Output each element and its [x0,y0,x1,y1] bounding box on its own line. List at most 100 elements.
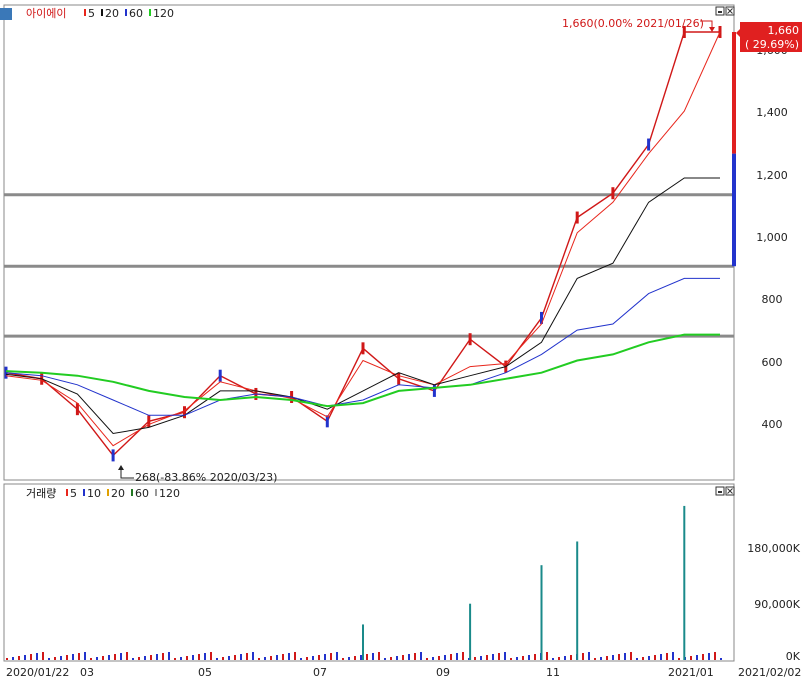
volume-bar-96 [582,653,584,660]
vol-tick-90000: 90,000K [754,598,800,611]
volume-bar-53 [324,654,326,660]
volume-bar-44 [270,656,272,660]
volume-bar-49 [300,658,302,660]
volume-bar-35 [216,658,218,660]
volume-bar-31 [192,655,194,660]
volume-bar-14 [90,658,92,660]
volume-bar-47 [288,653,290,660]
x-label-2021-01: 2021/01 [668,666,714,678]
volume-bar-18 [114,654,116,660]
volume-bar-16 [102,656,104,660]
volume-bar-9 [60,656,62,660]
volume-bar-48 [294,652,296,660]
high-annotation: 1,660(0.00% 2021/01/26) [562,17,715,32]
volume-bar-33 [204,653,206,660]
volume-bar-4 [30,654,32,660]
volume-bar-29 [180,657,182,660]
volume-bar-70 [426,658,428,660]
volume-bar-81 [492,654,494,660]
volume-bar-59 [360,655,362,660]
volume-bar-106 [642,657,644,660]
volume-ma-mark-120 [155,489,157,496]
volume-plot-frame [3,483,735,662]
volume-bar-102 [618,654,620,660]
y-tick-1200: 1,200 [756,169,788,182]
volume-bar-57 [348,657,350,660]
volume-bar-39 [240,654,242,660]
volume-bar-50 [306,657,308,660]
volume-ma-mark-20 [107,489,109,496]
price-candle-17 [611,187,615,200]
volume-bar-22 [138,657,140,660]
price-candle-6 [218,369,222,382]
price-candle-16 [575,211,579,224]
volume-bar-19 [120,653,122,660]
volume-bar-97 [588,652,590,660]
volume-bar-10 [66,655,68,660]
price-candle-18 [647,138,651,151]
volume-bar-99 [600,657,602,660]
close-icon[interactable] [725,6,735,16]
right-edge-blue-bar [732,153,736,267]
volume-bar-6 [42,652,44,660]
volume-bar-1 [12,657,14,660]
volume-bar-42 [258,658,260,660]
volume-bar-30 [186,656,188,660]
side-tab-icon[interactable] [0,8,12,20]
volume-ma-mark-10 [83,489,85,496]
x-label-end: 2021/02/02 [738,666,801,678]
volume-bar-25 [156,654,158,660]
volume-bar-15 [96,657,98,660]
volume-spike-1 [469,603,472,660]
volume-bar-93 [564,656,566,660]
volume-bar-119 [720,658,722,660]
volume-bar-85 [516,657,518,660]
volume-bar-58 [354,656,356,660]
volume-bar-40 [246,653,248,660]
volume-bar-5 [36,653,38,660]
price-ma-label-60: 60 [129,7,143,20]
price-candle-13 [468,333,472,346]
price-legend-name: 아이에이 [26,7,66,20]
volume-bar-74 [450,654,452,660]
stock-chart: 아이에이 5 20 60 120 거래량 5 10 20 60 120 1,400 1,200… [0,4,802,678]
volume-bar-36 [222,657,224,660]
volume-bar-26 [162,653,164,660]
volume-bar-78 [474,657,476,660]
volume-bar-68 [414,653,416,660]
volume-bar-98 [594,658,596,660]
price-candle-12 [432,384,436,397]
volume-ma-label-5: 5 [70,487,77,500]
y-tick-800: 800 [762,293,783,306]
right-edge-red-bar [732,32,736,154]
volume-spike-2 [540,565,543,660]
volume-bar-0 [6,658,8,660]
volume-bar-92 [558,657,560,660]
volume-close-icon[interactable] [725,486,735,496]
minimize-icon[interactable] [715,6,725,16]
price-ma-mark-60 [125,9,127,16]
x-label-07: 07 [313,666,327,678]
volume-bar-107 [648,656,650,660]
y-tick-1000: 1,000 [756,231,788,244]
volume-ma-label-10: 10 [87,487,101,500]
volume-bar-43 [264,657,266,660]
volume-minimize-icon[interactable] [715,486,725,496]
volume-bar-3 [24,655,26,660]
volume-bar-88 [534,654,536,660]
volume-bar-87 [528,655,530,660]
volume-bar-71 [432,657,434,660]
volume-bar-11 [72,654,74,660]
price-ma-mark-20 [101,9,103,16]
volume-bar-117 [708,653,710,660]
x-label-11: 11 [546,666,560,678]
volume-bar-13 [84,652,86,660]
volume-bar-12 [78,653,80,660]
volume-bar-75 [456,653,458,660]
x-label-09: 09 [436,666,450,678]
volume-bar-94 [570,655,572,660]
volume-bar-72 [438,656,440,660]
low-annotation-text: 268(-83.86% 2020/03/23) [135,471,277,484]
volume-bar-90 [546,652,548,660]
volume-bar-103 [624,653,626,660]
